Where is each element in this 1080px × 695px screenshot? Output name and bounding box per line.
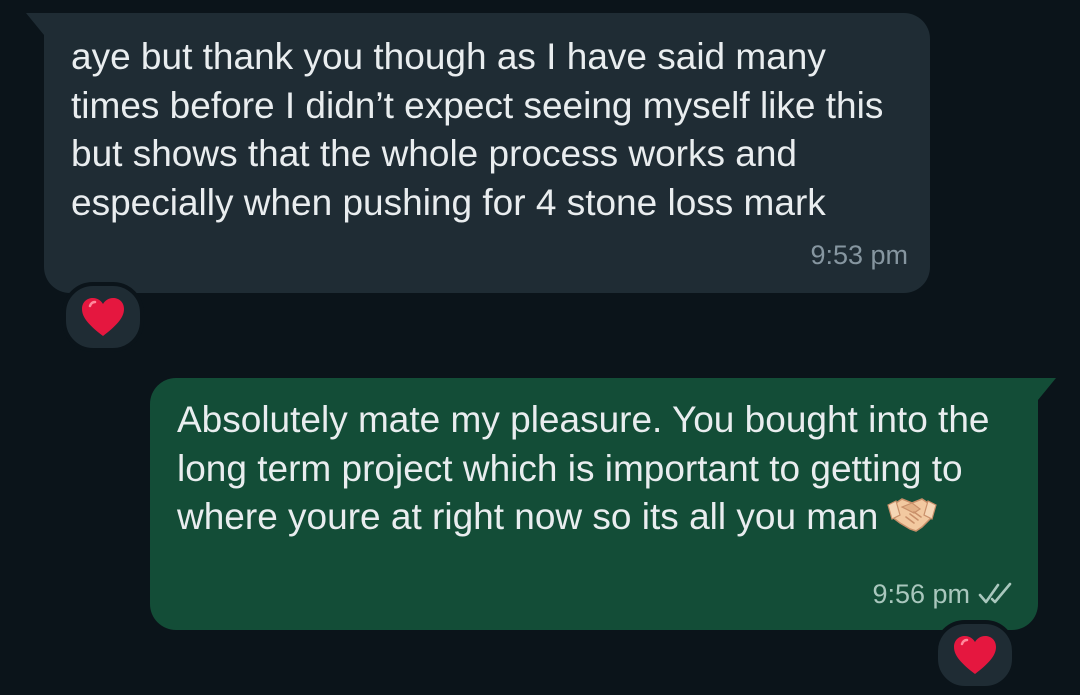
incoming-message-meta: 9:53 pm <box>810 231 908 280</box>
outgoing-message-text-content: Absolutely mate my pleasure. You bought … <box>177 399 1000 537</box>
incoming-message-bubble[interactable]: aye but thank you though as I have said … <box>26 13 930 293</box>
heart-icon <box>954 636 996 674</box>
outgoing-bubble-tail <box>1038 378 1056 400</box>
incoming-message-text: aye but thank you though as I have said … <box>71 36 894 223</box>
heart-icon <box>82 298 124 336</box>
outgoing-reaction-badge[interactable] <box>934 620 1016 690</box>
incoming-message-time: 9:53 pm <box>810 239 908 270</box>
incoming-bubble-tail <box>26 13 44 35</box>
outgoing-message-text: Absolutely mate my pleasure. You bought … <box>177 396 1008 542</box>
outgoing-message-time: 9:56 pm <box>872 578 970 609</box>
chat-view: aye but thank you though as I have said … <box>0 0 1080 695</box>
handshake-icon <box>887 498 938 532</box>
outgoing-message-meta: 9:56 pm <box>872 570 1016 619</box>
incoming-reaction-badge[interactable] <box>62 282 144 352</box>
read-double-check-icon <box>978 582 1012 604</box>
outgoing-message-bubble[interactable]: Absolutely mate my pleasure. You bought … <box>150 378 1056 630</box>
